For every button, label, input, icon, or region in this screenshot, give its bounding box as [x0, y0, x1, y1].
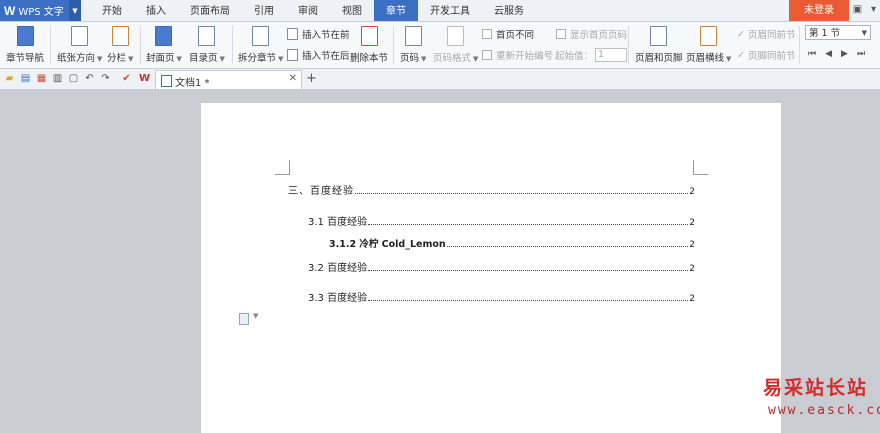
watermark-url: www.easck.com: [768, 403, 880, 418]
toc-entry-level2[interactable]: 3.3 百度经验 2: [308, 289, 695, 304]
header-footer-icon: [650, 26, 668, 46]
format-painter-icon[interactable]: ✔: [121, 73, 132, 84]
tab-insert[interactable]: 插入: [134, 0, 178, 21]
chevron-down-icon[interactable]: ▼: [253, 312, 258, 320]
document-icon: [161, 75, 172, 87]
different-first-page-checkbox[interactable]: 首页不同: [482, 27, 534, 41]
paper-orientation-button[interactable]: 纸张方向 ▼: [57, 26, 102, 64]
new-tab-icon[interactable]: +: [306, 71, 317, 86]
check-icon: ✓: [737, 49, 745, 61]
footer-same-as-prev-toggle[interactable]: ✓ 页脚同前节: [737, 48, 795, 63]
first-section-icon[interactable]: ⏮: [808, 49, 816, 59]
toc-page-button[interactable]: 目录页 ▼: [189, 26, 225, 64]
toc-page-icon: [198, 26, 216, 46]
show-first-page-number-checkbox[interactable]: 显示首页页码: [556, 27, 627, 41]
paper-orientation-icon: [71, 26, 89, 46]
tab-references[interactable]: 引用: [242, 0, 286, 21]
page-number-button[interactable]: 页码 ▼: [400, 26, 426, 64]
margin-corner-top-left: [275, 160, 290, 175]
login-button[interactable]: 未登录: [789, 0, 849, 21]
toc-entry-level1[interactable]: 三、百度经验 2: [288, 182, 695, 197]
start-value-input[interactable]: 1: [595, 48, 628, 62]
open-icon[interactable]: ▰: [4, 73, 15, 84]
start-value-field: 起始值： 1: [555, 48, 628, 62]
wps-office-icon[interactable]: W: [139, 73, 150, 84]
app-menu-button[interactable]: W WPS 文字 ▼: [0, 0, 81, 21]
header-same-as-prev-toggle[interactable]: ✓ 页眉同前节: [737, 27, 795, 42]
insert-section-before-button[interactable]: 插入节在前: [287, 27, 350, 41]
tab-home[interactable]: 开始: [90, 0, 134, 21]
page-number-format-button[interactable]: 页码格式 ▼: [433, 26, 478, 64]
print-preview-icon[interactable]: ▢: [68, 73, 79, 84]
close-icon[interactable]: ✕: [289, 73, 297, 84]
watermark-logo-text: 易采站长站: [763, 377, 869, 399]
document-tab[interactable]: 文档1 * ✕: [155, 70, 302, 89]
delete-section-button[interactable]: 删除本节: [350, 26, 388, 64]
prev-section-icon[interactable]: ◀: [825, 49, 832, 59]
section-select[interactable]: 第 1 节 ▼: [805, 25, 871, 40]
minimize-ribbon-icon[interactable]: ▾: [868, 4, 879, 15]
page-number-format-icon: [447, 26, 465, 46]
tab-developer[interactable]: 开发工具: [418, 0, 482, 21]
toc-entry-level2[interactable]: 3.2 百度经验 2: [308, 259, 695, 274]
tab-review[interactable]: 审阅: [286, 0, 330, 21]
export-pdf-icon[interactable]: ▦: [36, 73, 47, 84]
document-page[interactable]: 三、百度经验 2 3.1 百度经验 2 3.1.2 冷柠 Cold_Lemon 2 3…: [201, 103, 781, 433]
skin-icon[interactable]: ▣: [852, 4, 863, 15]
redo-icon[interactable]: ↷: [100, 73, 111, 84]
split-section-button[interactable]: 拆分章节 ▼: [238, 26, 283, 64]
chevron-down-icon[interactable]: ▼: [69, 0, 81, 21]
wps-logo-icon: W: [4, 3, 16, 18]
tab-page-layout[interactable]: 页面布局: [178, 0, 242, 21]
tab-view[interactable]: 视图: [330, 0, 374, 21]
insert-section-after-button[interactable]: 插入节在后: [287, 48, 350, 62]
ribbon-tabs: 开始 插入 页面布局 引用 审阅 视图 章节 开发工具 云服务: [90, 0, 536, 21]
columns-icon: [111, 26, 129, 46]
tab-cloud-service[interactable]: 云服务: [482, 0, 536, 21]
paragraph-layout-icon[interactable]: [239, 313, 249, 325]
check-icon: ✓: [737, 28, 745, 40]
cover-page-icon: [155, 26, 173, 46]
restart-numbering-checkbox[interactable]: 重新开始编号: [482, 48, 553, 62]
save-icon[interactable]: ▤: [20, 73, 31, 84]
last-section-icon[interactable]: ⏭: [857, 49, 865, 59]
header-footer-button[interactable]: 页眉和页脚: [635, 26, 683, 64]
section-nav-icon: [16, 26, 34, 46]
tab-section[interactable]: 章节: [374, 0, 418, 21]
insert-after-icon: [287, 49, 298, 61]
ribbon-panel: 章节导航 纸张方向 ▼ 分栏 ▼ 封面页 ▼ 目录页 ▼ 拆分章节 ▼ 插入节在前 插入节…: [0, 22, 880, 69]
next-section-icon[interactable]: ▶: [841, 49, 848, 59]
split-section-icon: [252, 26, 270, 46]
quick-access-bar: [0, 69, 880, 90]
cover-page-button[interactable]: 封面页 ▼: [146, 26, 182, 64]
columns-button[interactable]: 分栏 ▼: [107, 26, 133, 64]
app-name: WPS 文字: [18, 7, 64, 18]
chevron-down-icon: ▼: [861, 29, 867, 37]
toc-entry-level3[interactable]: 3.1.2 冷柠 Cold_Lemon 2: [329, 236, 695, 250]
page-number-icon: [404, 26, 422, 46]
section-nav-arrows: ⏮ ◀ ▶ ⏭: [808, 49, 865, 59]
print-icon[interactable]: ▥: [52, 73, 63, 84]
insert-before-icon: [287, 28, 298, 40]
header-line-icon: [700, 26, 718, 46]
margin-corner-top-right: [693, 160, 708, 175]
header-line-button[interactable]: 页眉横线 ▼: [686, 26, 731, 64]
toc-entry-level2[interactable]: 3.1 百度经验 2: [308, 213, 695, 228]
section-nav-button[interactable]: 章节导航: [6, 26, 44, 64]
delete-section-icon: [360, 26, 378, 46]
undo-icon[interactable]: ↶: [84, 73, 95, 84]
